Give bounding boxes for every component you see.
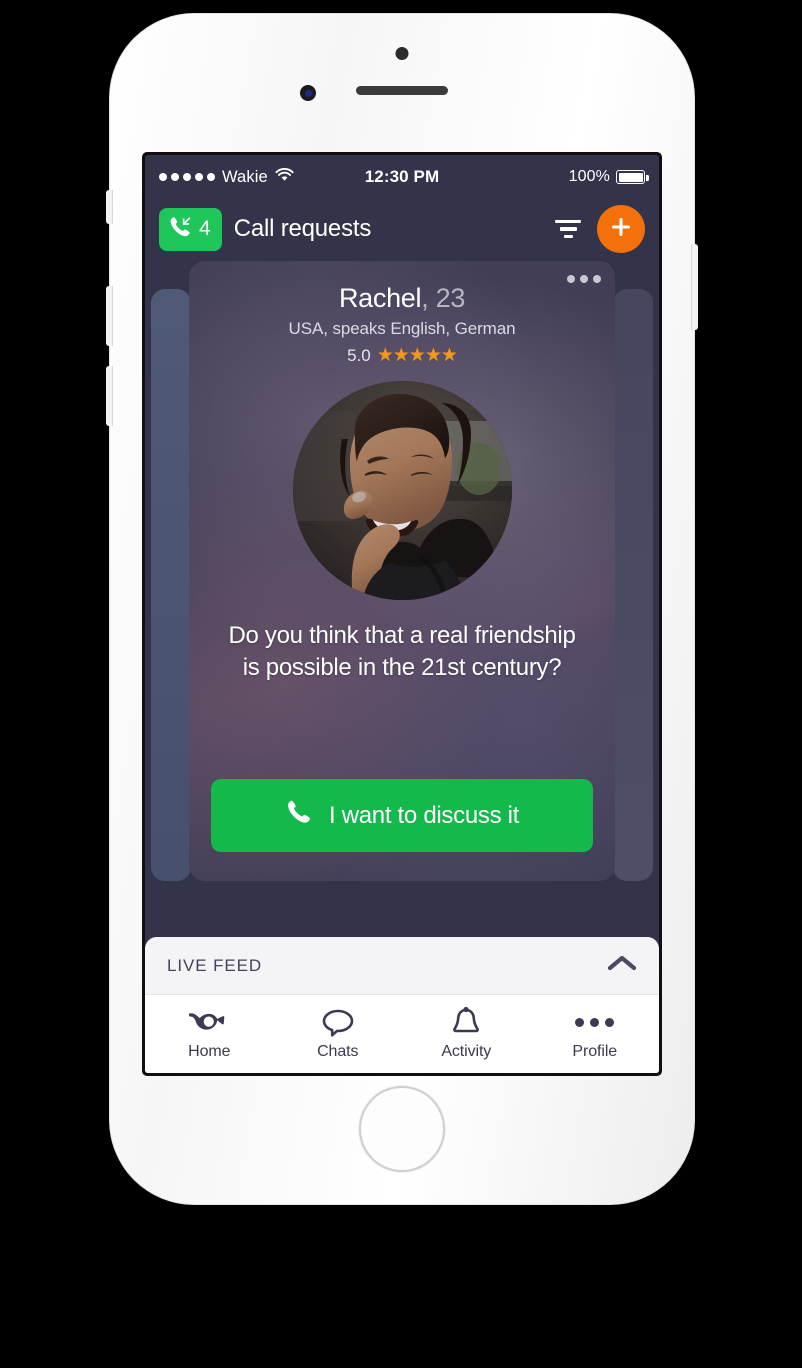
- incoming-call-icon: [168, 214, 194, 245]
- phone-icon: [285, 797, 315, 834]
- live-feed-header[interactable]: LIVE FEED: [145, 937, 659, 995]
- call-requests-count: 4: [199, 217, 211, 240]
- card-deck: Rachel, 23 USA, speaks English, German 5…: [145, 261, 659, 901]
- screenshot-stage: Wakie 12:30 PM 100% 4 Call requests Rach…: [0, 0, 802, 1368]
- more-dots-icon: [575, 1008, 615, 1038]
- user-age: 23: [435, 283, 466, 313]
- tab-chats-label: Chats: [317, 1042, 359, 1060]
- status-bar: Wakie 12:30 PM 100%: [145, 155, 659, 199]
- power-button[interactable]: [691, 244, 698, 330]
- user-rating: 5.0 ★★★★★: [209, 344, 595, 367]
- page-title: Call requests: [233, 215, 372, 242]
- carrier-label: Wakie: [222, 167, 268, 186]
- proximity-sensor-icon: [395, 47, 409, 60]
- plus-icon: [609, 215, 633, 244]
- rating-stars-icon: ★★★★★: [376, 345, 458, 366]
- next-card-peek[interactable]: [613, 289, 653, 881]
- tab-chats[interactable]: Chats: [274, 995, 403, 1073]
- user-name: Rachel: [338, 283, 422, 313]
- battery-full-icon: [616, 170, 649, 184]
- bottom-sheet: LIVE FEED Home Chats Activity Profile: [145, 937, 659, 1073]
- chat-bubble-icon: [321, 1008, 355, 1038]
- earpiece-speaker: [356, 86, 448, 95]
- bell-icon: [451, 1006, 481, 1038]
- volume-up-button[interactable]: [106, 286, 113, 346]
- home-button[interactable]: [361, 1088, 443, 1170]
- live-feed-label: LIVE FEED: [167, 955, 263, 975]
- chevron-up-icon[interactable]: [607, 954, 637, 978]
- more-options-icon[interactable]: [567, 275, 601, 283]
- silent-switch-button[interactable]: [106, 190, 113, 224]
- battery-percent-label: 100%: [568, 168, 610, 185]
- screen-bezel: Wakie 12:30 PM 100% 4 Call requests Rach…: [142, 152, 662, 1076]
- tab-profile-label: Profile: [572, 1042, 618, 1060]
- discuss-button[interactable]: I want to discuss it: [211, 779, 593, 852]
- signal-dots-icon: [159, 173, 215, 181]
- tab-profile[interactable]: Profile: [531, 995, 660, 1073]
- previous-card-peek[interactable]: [151, 289, 191, 881]
- filter-icon[interactable]: [555, 219, 581, 239]
- wifi-icon: [275, 167, 294, 187]
- nav-actions: [555, 205, 645, 253]
- tab-activity-label: Activity: [441, 1042, 492, 1060]
- wakie-horn-icon: [186, 1008, 232, 1038]
- tab-home[interactable]: Home: [145, 995, 274, 1073]
- phone-screen: Wakie 12:30 PM 100% 4 Call requests Rach…: [145, 155, 659, 1073]
- add-button[interactable]: [597, 205, 645, 253]
- bottom-tab-bar: Home Chats Activity Profile: [145, 995, 659, 1073]
- user-name-age: Rachel, 23: [209, 283, 595, 314]
- volume-down-button[interactable]: [106, 366, 113, 426]
- user-meta: USA, speaks English, German: [288, 319, 516, 338]
- call-request-card[interactable]: Rachel, 23 USA, speaks English, German 5…: [189, 261, 615, 881]
- tab-home-label: Home: [188, 1042, 231, 1060]
- status-bar-left: Wakie: [159, 167, 294, 187]
- status-bar-right: 100%: [568, 168, 649, 186]
- rating-score: 5.0: [347, 345, 371, 365]
- card-question: Do you think that a real friendship is p…: [228, 622, 576, 681]
- app-navigation-bar: 4 Call requests: [145, 199, 659, 259]
- tab-activity[interactable]: Activity: [402, 995, 531, 1073]
- user-avatar-photo[interactable]: [292, 381, 512, 600]
- discuss-button-label: I want to discuss it: [328, 801, 520, 829]
- front-camera-icon: [300, 85, 316, 101]
- call-requests-badge[interactable]: 4: [159, 207, 222, 251]
